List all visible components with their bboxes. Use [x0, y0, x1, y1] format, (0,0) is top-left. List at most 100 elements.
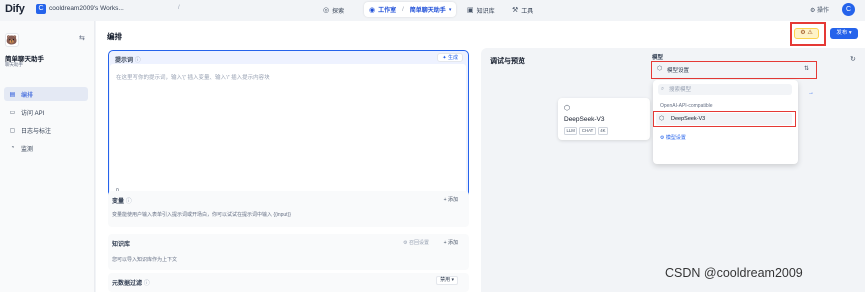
compass-icon: ◎ — [323, 7, 330, 14]
publish-button[interactable]: 发布 ▾ — [830, 28, 858, 39]
recall-settings-button[interactable]: ⚙ 召回设置 — [403, 239, 429, 246]
metadata-title-text: 元数据过滤 — [112, 281, 143, 287]
book-icon: ▣ — [467, 7, 474, 14]
chart-icon: ◔ — [10, 145, 15, 151]
wrench-icon: ⚒ — [512, 7, 519, 14]
model-settings-icon: ⚙ — [800, 30, 806, 36]
nav-tools[interactable]: ⚒ 工具 — [512, 4, 533, 16]
collapse-sidebar-icon[interactable]: ⇆ — [79, 34, 85, 42]
workspace-icon: C — [36, 4, 46, 14]
prompt-editor-card: 提示词 ⓘ ✦ 生成 在这里写你的提示词，输入'{' 插入变量、输入'/' 插入… — [108, 50, 469, 204]
sidebar-item-monitoring[interactable]: ◔ 监测 — [4, 141, 88, 155]
provider-group-label: OpenAI-API-compatible — [660, 103, 713, 109]
add-knowledge-button[interactable]: + 添加 — [444, 239, 458, 246]
dify-logo[interactable]: Dify — [5, 3, 25, 15]
app-type: 聊天助手 — [5, 62, 23, 67]
model-provider-icon: ⬡ — [564, 105, 571, 112]
knowledge-section: 知识库 ⚙ 召回设置 + 添加 您可以导入知识库作为上下文 — [108, 234, 469, 270]
chevron-down-icon: ▾ — [448, 6, 452, 13]
model-option-label: DeepSeek-V3 — [671, 116, 706, 122]
knowledge-desc: 您可以导入知识库作为上下文 — [112, 257, 178, 263]
variables-title-text: 变量 — [112, 199, 125, 205]
model-warning-button[interactable]: ⚙ ⚠ — [794, 28, 819, 39]
model-card: ⬡ DeepSeek-V3 LLM CHAT 4K — [558, 98, 650, 140]
model-search-input[interactable] — [669, 85, 787, 94]
metadata-filter-select[interactable]: 禁用 ▾ — [436, 276, 458, 285]
prompt-placeholder: 在这里写你的提示词，输入'{' 插入变量、输入'/' 插入提示内容块 — [116, 75, 270, 81]
workspace-switcher[interactable]: cooldream2009's Works... — [49, 5, 124, 12]
metadata-filter-section: 元数据过滤 ⓘ 禁用 ▾ — [108, 273, 469, 292]
nav-tools-label: 工具 — [521, 8, 534, 15]
model-tag: LLM — [564, 127, 578, 135]
app-sidebar: 🐻 ⇆ 简单聊天助手 聊天助手 ▤ 编排 ▭ 访问 API ▢ 日志与标注 ◔ … — [0, 21, 95, 292]
model-label: 模型 — [652, 55, 664, 61]
avatar[interactable]: C — [842, 3, 855, 16]
file-icon: ▢ — [9, 127, 16, 134]
nav-knowledge-label: 知识库 — [476, 8, 495, 15]
nav-studio-label: 工作室 — [378, 8, 397, 14]
model-card-name: DeepSeek-V3 — [564, 116, 605, 123]
model-selector[interactable]: ⬡ 模型设置 ⇅ — [654, 63, 813, 76]
search-icon: ⌕ — [661, 86, 665, 92]
ops-button[interactable]: ⚙ 操作 — [810, 5, 829, 14]
add-variable-label: 添加 — [447, 197, 458, 203]
model-selector-text: 模型设置 — [667, 68, 690, 74]
debug-title: 调试与预览 — [490, 58, 525, 65]
model-settings-link[interactable]: ⚙ 模型设置 — [660, 134, 686, 141]
knowledge-title: 知识库 — [112, 242, 131, 248]
sidebar-item-label: 访问 API — [21, 110, 45, 117]
variables-section: 变量 ⓘ + 添加 变量能使用户输入表单引入提示词或开场白，你可以试试在提示词中… — [108, 191, 469, 227]
model-tag: CHAT — [579, 127, 596, 135]
top-navbar: Dify C cooldream2009's Works... / ◎ 探索 ◉… — [0, 0, 865, 21]
nav-knowledge[interactable]: ▣ 知识库 — [467, 4, 495, 16]
main-content: 编排 提示词 ⓘ ✦ 生成 在这里写你的提示词，输入'{' 插入变量、输入'/'… — [96, 21, 865, 292]
page-title: 编排 — [107, 32, 122, 41]
help-icon: ⓘ — [143, 281, 150, 287]
chevron-down-icon: ▾ — [451, 277, 454, 283]
sidebar-item-logs[interactable]: ▢ 日志与标注 — [4, 123, 88, 137]
refresh-icon[interactable]: ↻ — [850, 55, 856, 63]
watermark: CSDN @cooldream2009 — [665, 266, 803, 280]
model-search-box: ⌕ — [658, 84, 792, 95]
sidebar-item-label: 日志与标注 — [21, 128, 52, 135]
chevron-updown-icon: ⇅ — [803, 66, 809, 72]
generate-label: 生成 — [447, 55, 458, 61]
arrow-right-icon[interactable]: → — [808, 90, 814, 96]
sidebar-item-api[interactable]: ▭ 访问 API — [4, 105, 88, 119]
model-option-deepseek-v3[interactable]: ⬡ DeepSeek-V3 — [656, 113, 792, 125]
sidebar-item-label: 监测 — [21, 146, 34, 153]
metadata-title: 元数据过滤 ⓘ — [112, 278, 150, 287]
model-tag: 4K — [597, 127, 609, 135]
variables-title: 变量 ⓘ — [112, 196, 132, 205]
recall-settings-label: 召回设置 — [408, 240, 429, 246]
help-icon: ⓘ — [125, 199, 132, 205]
model-dropdown: ⌕ OpenAI-API-compatible ⬡ DeepSeek-V3 ⚙ … — [653, 80, 798, 164]
publish-label: 发布 — [836, 30, 848, 36]
app-icon: 🐻 — [5, 33, 19, 47]
metadata-select-value: 禁用 — [440, 277, 451, 283]
current-app-switcher[interactable]: 简单聊天助手 — [410, 5, 446, 14]
nav-studio[interactable]: ◉ 工作室 / 简单聊天助手 ▾ — [364, 2, 457, 17]
cube-icon: ⬡ — [657, 66, 663, 72]
add-variable-button[interactable]: + 添加 — [444, 196, 458, 203]
nav-explore[interactable]: ◎ 探索 — [323, 4, 344, 16]
workspace-separator: / — [178, 5, 180, 11]
sidebar-item-orchestrate[interactable]: ▤ 编排 — [4, 87, 88, 101]
terminal-icon: ▭ — [9, 109, 16, 116]
model-tags: LLM CHAT 4K — [564, 127, 609, 135]
nav-explore-label: 探索 — [332, 8, 345, 15]
variables-desc: 变量能使用户输入表单引入提示词或开场白，你可以试试在提示词中输入 {{input… — [112, 212, 291, 218]
generate-button[interactable]: ✦ 生成 — [437, 53, 463, 62]
model-settings-label: 模型设置 — [665, 135, 686, 141]
ops-label: 操作 — [817, 8, 830, 14]
prompt-textarea[interactable]: 在这里写你的提示词，输入'{' 插入变量、输入'/' 插入提示内容块 0 — [110, 64, 466, 203]
sidebar-item-label: 编排 — [21, 92, 34, 99]
layout-icon: ▤ — [9, 91, 16, 98]
robot-icon: ◉ — [369, 6, 376, 14]
ops-icon: ⚙ — [810, 8, 818, 14]
cube-icon: ⬡ — [659, 116, 665, 122]
nav-separator: / — [402, 6, 404, 13]
prompt-label: 提示词 ⓘ — [115, 55, 141, 64]
warning-icon: ⚠ — [807, 30, 813, 36]
add-knowledge-label: 添加 — [447, 240, 458, 246]
